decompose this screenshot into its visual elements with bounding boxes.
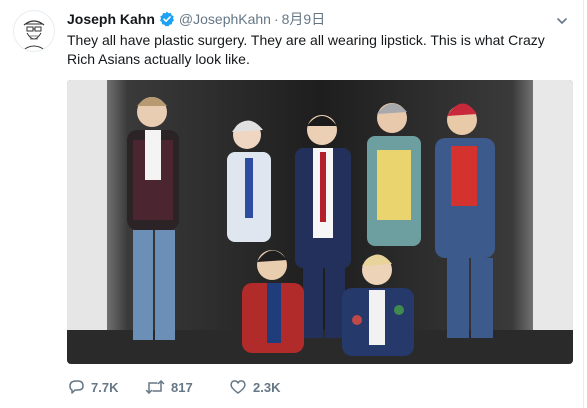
reply-icon	[69, 380, 84, 394]
like-button[interactable]: 2.3K	[229, 378, 309, 396]
verified-badge-icon	[159, 11, 175, 27]
retweet-button[interactable]: 817	[145, 378, 229, 396]
retweet-count: 817	[171, 379, 193, 395]
reply-count: 7.7K	[91, 379, 119, 395]
tweet-actions: 7.7K 817 2.3K	[67, 377, 309, 397]
chevron-down-icon[interactable]	[556, 14, 568, 26]
heart-icon	[230, 380, 246, 394]
retweet-icon	[145, 380, 165, 394]
handle[interactable]: @JosephKahn	[179, 11, 271, 27]
tweet-header: Joseph Kahn @JosephKahn · 8月9日	[67, 9, 325, 29]
tweet[interactable]: Joseph Kahn @JosephKahn · 8月9日 They all …	[0, 0, 587, 408]
tweet-text: They all have plastic surgery. They are …	[67, 32, 545, 67]
separator-dot: ·	[273, 11, 279, 27]
like-count: 2.3K	[253, 379, 281, 395]
avatar[interactable]	[13, 10, 55, 52]
timeline-border	[583, 0, 584, 408]
tweet-media-photo[interactable]	[67, 80, 573, 364]
display-name[interactable]: Joseph Kahn	[67, 11, 155, 27]
reply-button[interactable]: 7.7K	[67, 378, 145, 396]
tweet-date[interactable]: 8月9日	[282, 9, 326, 29]
